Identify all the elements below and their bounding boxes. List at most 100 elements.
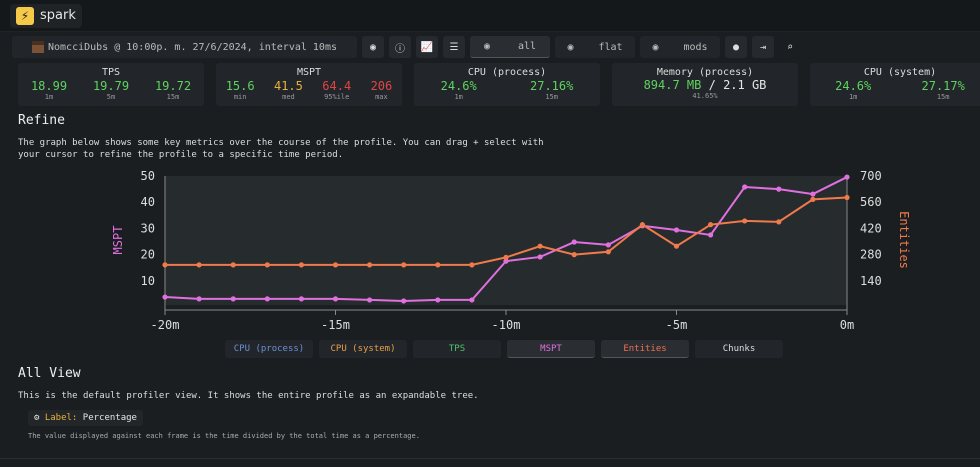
point-mspt <box>469 297 475 303</box>
point-mspt <box>639 223 646 229</box>
point-entities <box>605 249 611 255</box>
y-right-tick-label: 700 <box>860 169 882 183</box>
all-view-heading: All View <box>18 366 81 381</box>
x-tick-label: -15m <box>321 318 350 332</box>
point-entities <box>742 218 748 224</box>
y-right-tick-label: 140 <box>860 274 882 288</box>
point-entities <box>196 262 202 268</box>
refine-heading: Refine <box>18 113 65 128</box>
all-view-description: This is the default profiler view. It sh… <box>18 391 479 401</box>
y-left-tick-label: 30 <box>141 221 155 235</box>
point-entities <box>571 252 577 258</box>
label-mode-toggle[interactable]: ⚙ Label: Percentage <box>28 410 143 426</box>
point-mspt <box>810 191 816 197</box>
plot-area <box>165 176 847 305</box>
x-tick-label: -20m <box>151 318 180 332</box>
legend-entities[interactable]: Entities <box>601 340 689 358</box>
eye-icon: ◉ <box>567 41 574 53</box>
x-tick-label: 0m <box>840 318 854 332</box>
point-mspt <box>571 239 577 245</box>
series-line-entities <box>165 196 848 266</box>
eye-icon: ◉ <box>652 41 659 53</box>
stats-bar: TPS 18.99 1m 19.79 5m 19.72 15m MSPT 15.6 min 4… <box>18 63 980 106</box>
legend-tps[interactable]: TPS <box>413 340 501 358</box>
point-mspt <box>264 296 270 302</box>
point-entities <box>162 262 168 268</box>
y-right-tick-label: 280 <box>860 248 882 262</box>
point-entities <box>264 262 270 268</box>
point-entities <box>503 254 509 261</box>
point-mspt <box>332 296 339 302</box>
toolbar: NomcciDubs @ 10:00p. m. 27/6/2024, inter… <box>12 36 801 58</box>
point-entities <box>673 243 680 249</box>
point-entities <box>469 262 475 268</box>
point-mspt <box>673 227 680 233</box>
point-entities <box>435 262 441 268</box>
point-mspt <box>435 297 441 303</box>
series-line-mspt <box>164 176 848 302</box>
point-mspt <box>162 294 168 300</box>
point-mspt <box>708 232 714 238</box>
top-bar: ⚡ spark <box>0 0 980 32</box>
refine-description: The graph below shows some key metrics o… <box>18 138 544 160</box>
view-flat-button[interactable]: ◉ flat <box>555 36 635 58</box>
mspt-card: MSPT 15.6 min 41.5 med 64.4 95%ile 206 max <box>216 63 402 106</box>
legend-cpu-process[interactable]: CPU (process) <box>225 340 313 358</box>
point-entities <box>776 219 782 225</box>
divider <box>0 458 980 459</box>
point-mspt <box>605 242 611 248</box>
flame-button[interactable]: ● <box>725 36 747 58</box>
point-entities <box>298 262 304 268</box>
eye-icon: ◉ <box>483 41 490 52</box>
chart-legend: CPU (process) CPU (system) TPS MSPT Enti… <box>225 340 783 358</box>
search-button[interactable]: ⌕ <box>779 36 801 58</box>
view-all-button[interactable]: ◉ all <box>470 36 550 58</box>
memory-card: Memory (process) 894.7 MB / 2.1 GB 41.65% <box>612 63 798 106</box>
y-left-tick-label: 50 <box>141 169 155 183</box>
point-mspt <box>196 296 202 302</box>
avatar <box>32 41 44 53</box>
point-mspt <box>367 297 373 303</box>
y-left-tick-label: 20 <box>141 248 155 262</box>
point-entities <box>332 262 339 268</box>
point-mspt <box>537 254 543 260</box>
y-right-label: Entities <box>897 211 911 269</box>
point-entities <box>401 262 407 268</box>
y-left-label: MSPT <box>111 226 125 255</box>
x-tick-label: -10m <box>492 318 521 332</box>
settings-sliders-button[interactable]: ☰ <box>443 36 465 58</box>
y-right-tick-label: 420 <box>860 221 882 235</box>
view-mods-button[interactable]: ◉ mods <box>640 36 720 58</box>
point-entities <box>537 243 543 249</box>
cpu-process-card: CPU (process) 24.6% 1m 27.16% 15m <box>414 63 600 106</box>
point-mspt <box>298 296 304 302</box>
tps-card: TPS 18.99 1m 19.79 5m 19.72 15m <box>18 63 204 106</box>
point-entities <box>708 222 714 228</box>
point-mspt <box>844 174 850 180</box>
y-left-tick-label: 40 <box>141 195 155 209</box>
point-entities <box>639 222 646 228</box>
spark-logo[interactable]: ⚡ spark <box>10 3 82 28</box>
point-mspt <box>230 296 236 302</box>
point-entities <box>844 194 850 201</box>
cpu-system-card: CPU (system) 24.6% 1m 27.17% 15m <box>810 63 980 106</box>
legend-cpu-system[interactable]: CPU (system) <box>319 340 407 358</box>
info-button[interactable]: ⓘ <box>389 36 411 58</box>
legend-chunks[interactable]: Chunks <box>695 340 783 358</box>
y-left-tick-label: 10 <box>141 274 155 288</box>
point-mspt <box>776 186 782 192</box>
widgets-button[interactable]: ◉ <box>362 36 384 58</box>
bolt-icon: ⚡ <box>16 6 34 25</box>
point-entities <box>367 262 373 268</box>
graph-button[interactable]: 📈 <box>416 36 438 58</box>
export-button[interactable]: ⇥ <box>752 36 774 58</box>
y-right-tick-label: 560 <box>860 195 882 209</box>
point-mspt <box>742 184 748 190</box>
x-tick-label: -5m <box>666 318 688 332</box>
point-entities <box>810 196 816 202</box>
gears-icon: ⚙ <box>34 413 45 423</box>
profile-meta: NomcciDubs @ 10:00p. m. 27/6/2024, inter… <box>12 36 357 58</box>
point-mspt <box>401 298 407 304</box>
legend-mspt[interactable]: MSPT <box>507 340 595 358</box>
point-mspt <box>503 258 509 264</box>
